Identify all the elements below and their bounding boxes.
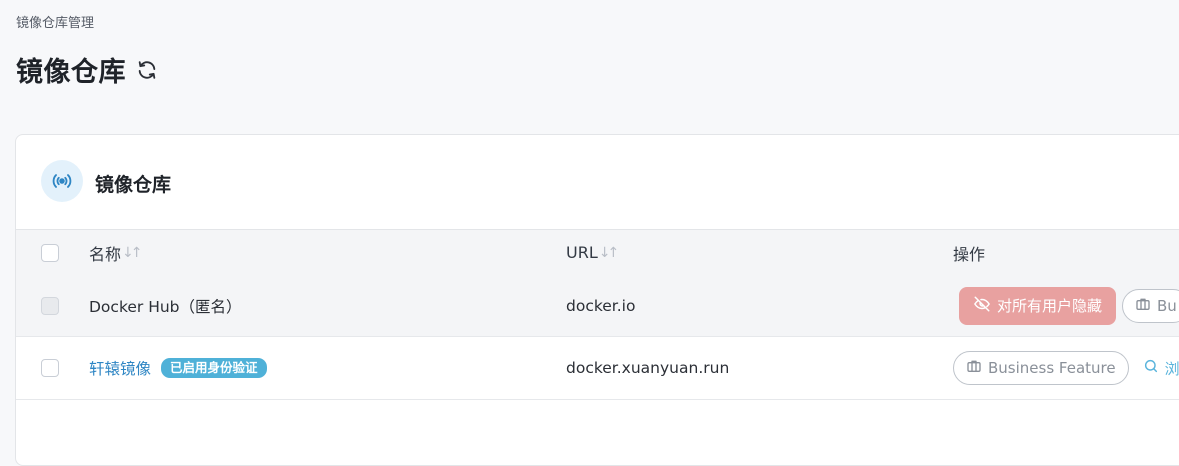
- registry-actions: Business Feature 浏: [953, 337, 1179, 399]
- business-feature-button[interactable]: Bu: [1122, 288, 1179, 323]
- card-title: 镜像仓库: [95, 174, 172, 196]
- sort-icon[interactable]: ↓↑: [122, 245, 143, 261]
- card-header: 镜像仓库: [16, 135, 1179, 229]
- eye-off-icon: [973, 295, 991, 317]
- browse-action[interactable]: 浏: [1143, 358, 1179, 379]
- registry-name-cell: 轩辕镜像 已启用身份验证: [89, 337, 267, 399]
- browse-action-label: 浏: [1164, 359, 1179, 378]
- column-url-label: URL: [566, 243, 598, 262]
- column-actions-label: 操作: [953, 244, 986, 264]
- table-row: 轩辕镜像 已启用身份验证 docker.xuanyuan.run Busines…: [16, 337, 1179, 400]
- sort-icon[interactable]: ↓↑: [599, 245, 620, 261]
- business-feature-button[interactable]: Business Feature: [953, 351, 1129, 385]
- registry-url-cell: docker.io: [566, 275, 635, 336]
- registry-actions: 对所有用户隐藏 Bu: [959, 275, 1179, 336]
- registry-name-cell: Docker Hub（匿名）: [89, 275, 242, 336]
- table-row: Docker Hub（匿名） docker.io 对所有用户隐藏 Bu: [16, 275, 1179, 337]
- registry-url: docker.io: [566, 296, 636, 315]
- row-select-cell: [41, 337, 59, 399]
- auth-enabled-badge: 已启用身份验证: [161, 358, 267, 378]
- column-name[interactable]: 名称 ↓↑: [89, 230, 143, 275]
- column-name-label: 名称: [89, 244, 122, 264]
- row-checkbox: [41, 296, 59, 315]
- registry-url: docker.xuanyuan.run: [566, 359, 730, 377]
- page-header: 镜像仓库: [16, 50, 158, 89]
- row-select-cell: [41, 275, 59, 336]
- broadcast-icon: [41, 160, 83, 202]
- search-icon: [1143, 358, 1159, 378]
- column-url[interactable]: URL ↓↑: [566, 230, 620, 275]
- select-all-cell: [41, 230, 59, 275]
- table-header: 名称 ↓↑ URL ↓↑ 操作: [16, 229, 1179, 276]
- business-feature-label: Bu: [1157, 296, 1177, 315]
- hide-for-all-users-button[interactable]: 对所有用户隐藏: [959, 286, 1117, 325]
- briefcase-icon: [966, 358, 982, 378]
- row-checkbox[interactable]: [41, 359, 59, 377]
- column-actions: 操作: [953, 230, 985, 275]
- registry-card: 镜像仓库 名称 ↓↑ URL ↓↑ 操作 Docker Hub（匿名） dock…: [15, 134, 1179, 466]
- select-all-checkbox[interactable]: [41, 243, 59, 262]
- registry-name: Docker Hub（匿名）: [89, 297, 242, 316]
- page-title: 镜像仓库: [16, 57, 126, 88]
- hide-for-all-users-label: 对所有用户隐藏: [997, 298, 1103, 315]
- registry-url-cell: docker.xuanyuan.run: [566, 337, 729, 399]
- refresh-icon[interactable]: [136, 59, 158, 81]
- registry-name-link[interactable]: 轩辕镜像: [89, 357, 151, 379]
- briefcase-icon: [1135, 296, 1151, 316]
- business-feature-label: Business Feature: [988, 359, 1116, 377]
- breadcrumb[interactable]: 镜像仓库管理: [16, 12, 94, 31]
